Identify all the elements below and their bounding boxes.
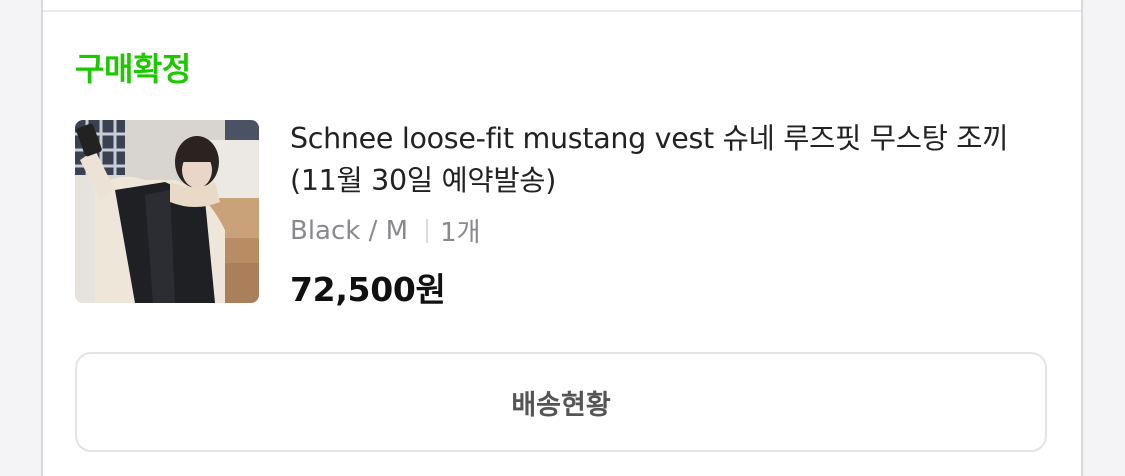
product-option-row: Black / M 1개 (290, 212, 1060, 249)
left-frame-border (0, 0, 43, 476)
option-divider (426, 218, 429, 243)
delivery-status-button[interactable]: 배송현황 (75, 352, 1047, 452)
product-photo-image (75, 120, 259, 303)
product-option: Black / M (290, 215, 409, 246)
product-thumbnail[interactable] (75, 120, 259, 303)
product-title[interactable]: Schnee loose-fit mustang vest 슈네 루즈핏 무스탕… (290, 118, 1060, 202)
right-frame-border (1081, 0, 1125, 476)
top-divider (43, 10, 1081, 12)
order-card: 구매확정 Schnee loose-fit mustang vest 슈네 루즈… (43, 0, 1081, 476)
product-info: Schnee loose-fit mustang vest 슈네 루즈핏 무스탕… (290, 118, 1060, 311)
product-quantity: 1개 (440, 218, 481, 248)
product-price: 72,500원 (290, 270, 446, 309)
order-status-label: 구매확정 (75, 50, 191, 88)
